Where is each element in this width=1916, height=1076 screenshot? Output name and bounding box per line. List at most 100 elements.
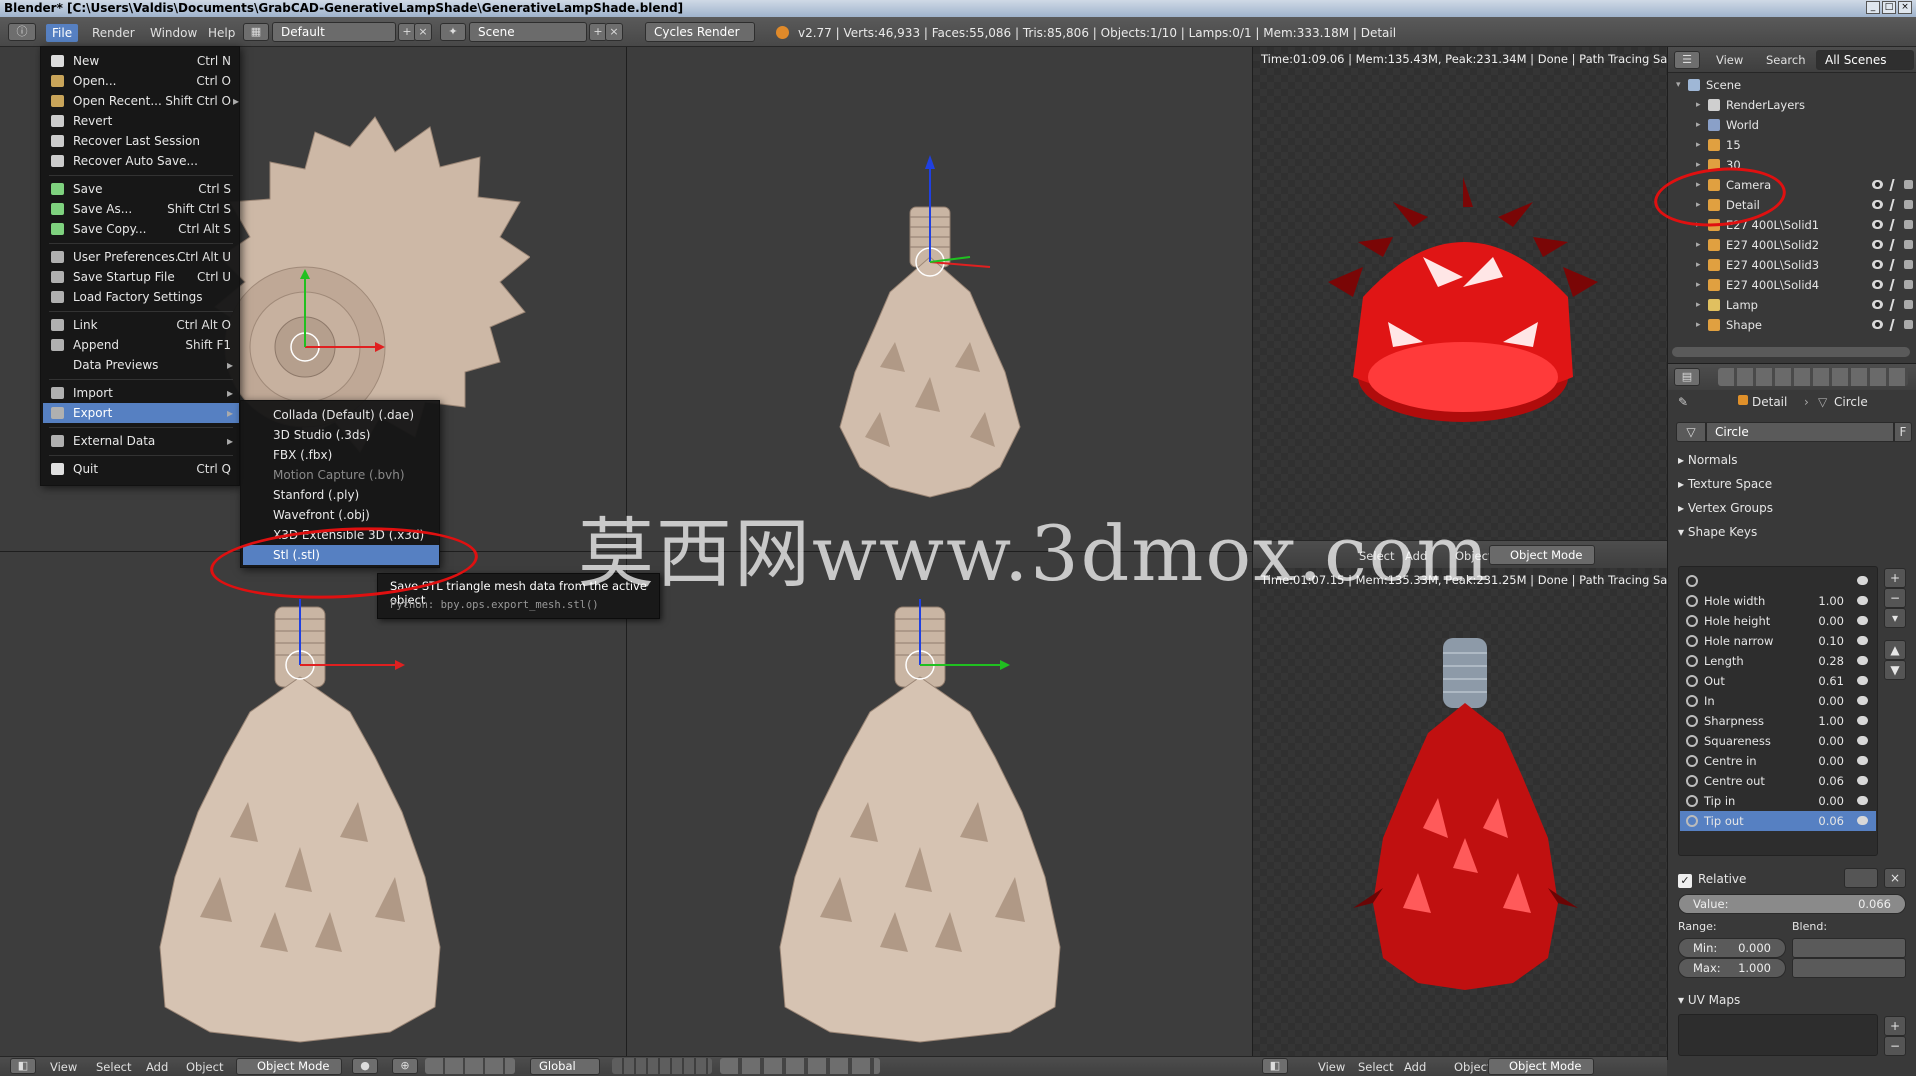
outliner-row-e27-400l-solid2[interactable]: ▸ E27 400L\Solid2 bbox=[1668, 235, 1916, 255]
fake-user-button[interactable]: F bbox=[1894, 422, 1912, 442]
mesh-name-field[interactable]: Circle bbox=[1706, 422, 1894, 442]
renderable-camera-icon[interactable] bbox=[1904, 320, 1913, 329]
render-footer-select[interactable]: Select bbox=[1358, 1059, 1393, 1075]
shape-key-row[interactable]: In 0.00 bbox=[1680, 691, 1876, 711]
panel-texture-space[interactable]: ▸ Texture Space bbox=[1678, 474, 1772, 494]
renderable-camera-icon[interactable] bbox=[1904, 280, 1913, 289]
file-menu-item-user-preferences[interactable]: User Preferences... Ctrl Alt U bbox=[43, 247, 239, 267]
visibility-eye-icon[interactable] bbox=[1872, 240, 1883, 249]
shape-key-row[interactable]: Tip out 0.06 bbox=[1680, 811, 1876, 831]
shape-key-value[interactable]: 1.00 bbox=[1818, 711, 1844, 731]
shape-key-value[interactable]: 0.06 bbox=[1818, 771, 1844, 791]
outliner-row-lamp[interactable]: ▸ Lamp bbox=[1668, 295, 1916, 315]
menu-window[interactable]: Window bbox=[144, 24, 203, 42]
file-menu-item-link[interactable]: Link Ctrl Alt O bbox=[43, 315, 239, 335]
uv-maps-list[interactable] bbox=[1678, 1014, 1878, 1056]
menu-view[interactable]: View bbox=[50, 1059, 77, 1075]
file-menu-item-save-copy[interactable]: Save Copy... Ctrl Alt S bbox=[43, 219, 239, 239]
visibility-eye-icon[interactable] bbox=[1872, 220, 1883, 229]
shape-key-row[interactable]: Tip in 0.00 bbox=[1680, 791, 1876, 811]
menu-select[interactable]: Select bbox=[96, 1059, 131, 1075]
shape-key-row[interactable]: Centre in 0.00 bbox=[1680, 751, 1876, 771]
scene-selector[interactable]: Scene bbox=[469, 22, 587, 42]
file-menu-item-data-previews[interactable]: Data Previews ▸ bbox=[43, 355, 239, 375]
export-item-fbx-fbx[interactable]: FBX (.fbx) bbox=[243, 445, 439, 465]
menu-file[interactable]: File bbox=[46, 24, 79, 42]
shape-key-value[interactable]: 0.06 bbox=[1818, 811, 1844, 831]
shape-key-row[interactable]: Sharpness 1.00 bbox=[1680, 711, 1876, 731]
render-engine-selector[interactable]: Cycles Render bbox=[645, 22, 755, 42]
shape-keys-list[interactable]: Hole width 1.00 Hole height 0.00 Hole narrow… bbox=[1678, 566, 1878, 856]
render-footer-object[interactable]: Object bbox=[1454, 1059, 1491, 1075]
visibility-eye-icon[interactable] bbox=[1872, 280, 1883, 289]
file-menu-item-import[interactable]: Import ▸ bbox=[43, 383, 239, 403]
expand-toggle-icon[interactable]: ▸ bbox=[1696, 275, 1701, 295]
shape-key-mute-eye-icon[interactable] bbox=[1857, 816, 1868, 825]
maximize-button[interactable]: □ bbox=[1882, 1, 1896, 14]
shape-key-value[interactable]: 0.28 bbox=[1818, 651, 1844, 671]
render-view-top[interactable]: Time:01:09.06 | Mem:135.43M, Peak:231.34… bbox=[1253, 47, 1667, 542]
shape-key-row[interactable]: Out 0.61 bbox=[1680, 671, 1876, 691]
file-menu-item-new[interactable]: New Ctrl N bbox=[43, 51, 239, 71]
visibility-eye-icon[interactable] bbox=[1872, 300, 1883, 309]
expand-toggle-icon[interactable]: ▸ bbox=[1696, 315, 1701, 335]
layout-selector[interactable]: Default bbox=[272, 22, 396, 42]
shape-key-mute-eye-icon[interactable] bbox=[1857, 636, 1868, 645]
renderable-camera-icon[interactable] bbox=[1904, 240, 1913, 249]
remove-uv-map-button[interactable]: − bbox=[1884, 1036, 1906, 1056]
shape-key-value[interactable]: 0.00 bbox=[1818, 691, 1844, 711]
render-editor-icon[interactable]: ◧ bbox=[1262, 1058, 1288, 1074]
move-up-button[interactable]: ▲ bbox=[1884, 640, 1906, 660]
shape-key-row[interactable]: Hole narrow 0.10 bbox=[1680, 631, 1876, 651]
menu-render[interactable]: Render bbox=[86, 24, 141, 42]
export-item-collada-default-dae[interactable]: Collada (Default) (.dae) bbox=[243, 405, 439, 425]
move-down-button[interactable]: ▼ bbox=[1884, 660, 1906, 680]
outliner-search-menu[interactable]: Search bbox=[1766, 51, 1806, 69]
render-footer-view[interactable]: View bbox=[1318, 1059, 1345, 1075]
range-min-field[interactable]: Min: 0.000 bbox=[1678, 938, 1786, 958]
shape-key-mute-eye-icon[interactable] bbox=[1857, 656, 1868, 665]
panel-uv-maps[interactable]: ▾ UV Maps bbox=[1678, 990, 1740, 1010]
shape-key-row[interactable]: Squareness 0.00 bbox=[1680, 731, 1876, 751]
panel-normals[interactable]: ▸ Normals bbox=[1678, 450, 1738, 470]
expand-toggle-icon[interactable]: ▸ bbox=[1696, 295, 1701, 315]
shape-key-row[interactable] bbox=[1680, 571, 1876, 591]
viewport-editor-icon[interactable]: ◧ bbox=[10, 1058, 36, 1074]
renderable-camera-icon[interactable] bbox=[1904, 180, 1913, 189]
selectable-cursor-icon[interactable] bbox=[1889, 279, 1901, 291]
shape-key-mute-eye-icon[interactable] bbox=[1857, 756, 1868, 765]
outliner-row-scene[interactable]: ▾ Scene bbox=[1668, 75, 1916, 95]
file-menu-item-export[interactable]: Export ▸ bbox=[43, 403, 239, 423]
pin-icon[interactable]: ✎ bbox=[1678, 395, 1688, 409]
scene-icon[interactable]: ✦ bbox=[440, 23, 466, 41]
shape-key-mute-eye-icon[interactable] bbox=[1857, 796, 1868, 805]
shape-value-slider[interactable]: Value: 0.066 bbox=[1678, 894, 1906, 914]
shape-key-mute-eye-icon[interactable] bbox=[1857, 676, 1868, 685]
export-item-stanford-ply[interactable]: Stanford (.ply) bbox=[243, 485, 439, 505]
remove-layout-button[interactable]: × bbox=[414, 23, 432, 41]
visibility-eye-icon[interactable] bbox=[1872, 320, 1883, 329]
add-shape-key-button[interactable]: + bbox=[1884, 568, 1906, 588]
export-item-motion-capture-bvh[interactable]: Motion Capture (.bvh) bbox=[243, 465, 439, 485]
add-uv-map-button[interactable]: + bbox=[1884, 1016, 1906, 1036]
file-menu-item-recover-last-session[interactable]: Recover Last Session bbox=[43, 131, 239, 151]
render-footer-add[interactable]: Add bbox=[1404, 1059, 1426, 1075]
file-menu-item-open-recent[interactable]: Open Recent... Shift Ctrl O ▸ bbox=[43, 91, 239, 111]
outliner-row-e27-400l-solid3[interactable]: ▸ E27 400L\Solid3 bbox=[1668, 255, 1916, 275]
shape-key-value[interactable]: 0.00 bbox=[1818, 731, 1844, 751]
shape-key-mute-eye-icon[interactable] bbox=[1857, 736, 1868, 745]
file-menu-item-revert[interactable]: Revert bbox=[43, 111, 239, 131]
viewport-tool-buttons[interactable] bbox=[720, 1058, 880, 1074]
menu-help[interactable]: Help bbox=[202, 24, 241, 42]
export-item-3d-studio-3ds[interactable]: 3D Studio (.3ds) bbox=[243, 425, 439, 445]
selectable-cursor-icon[interactable] bbox=[1889, 239, 1901, 251]
render-view-bottom[interactable]: Time:01:07.15 | Mem:135.33M, Peak:231.25… bbox=[1253, 568, 1667, 1056]
renderable-camera-icon[interactable] bbox=[1904, 200, 1913, 209]
expand-toggle-icon[interactable]: ▸ bbox=[1696, 235, 1701, 255]
layout-icon[interactable]: ▦ bbox=[243, 23, 269, 41]
properties-panel[interactable]: ▤ ✎ Detail › ▽ Circle ▽ Circle F ▸ Norma… bbox=[1667, 363, 1916, 1060]
file-menu-item-save-as[interactable]: Save As... Shift Ctrl S bbox=[43, 199, 239, 219]
export-item-wavefront-obj[interactable]: Wavefront (.obj) bbox=[243, 505, 439, 525]
shape-key-mute-eye-icon[interactable] bbox=[1857, 616, 1868, 625]
outliner-row-e27-400l-solid4[interactable]: ▸ E27 400L\Solid4 bbox=[1668, 275, 1916, 295]
